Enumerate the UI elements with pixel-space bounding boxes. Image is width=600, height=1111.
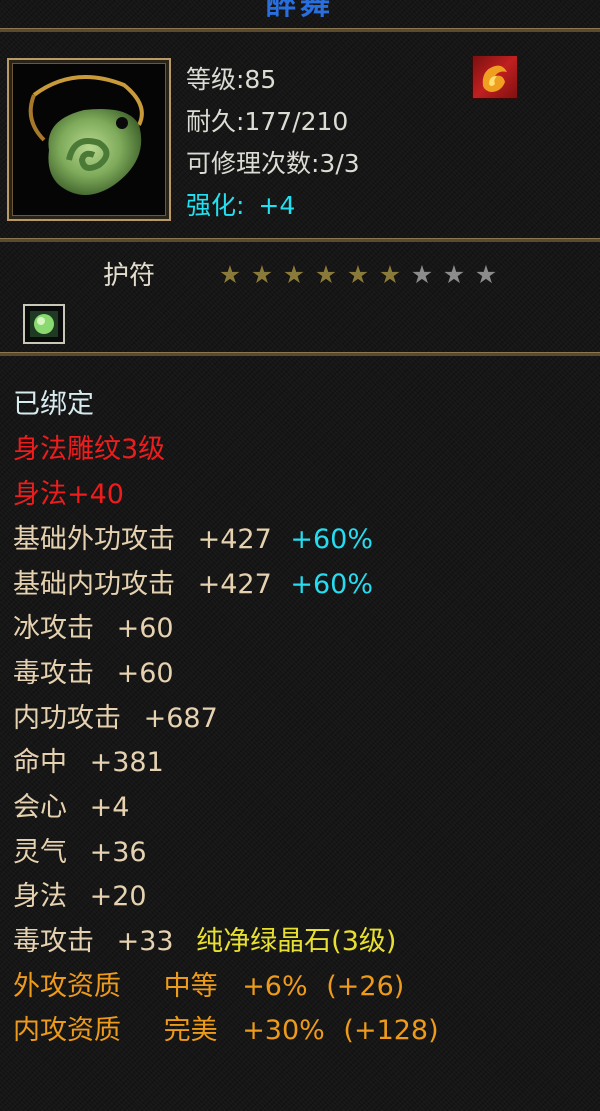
enhance-value: +4: [258, 191, 296, 220]
agility-value: +20: [89, 881, 147, 912]
fire-emblem-icon: [472, 55, 518, 99]
ext-quality-percent: +6%: [242, 971, 308, 1002]
ext-attack-row: 基础外功攻击 +427 +60%: [13, 524, 373, 556]
accuracy-row: 命中 +381: [13, 747, 164, 779]
gem-slot[interactable]: [23, 304, 65, 344]
ext-quality-row: 外攻资质 中等 +6% (+26): [13, 971, 404, 1003]
item-type: 护符: [103, 261, 156, 291]
gem-bonus-label: 毒攻击: [13, 926, 94, 957]
spirit-value: +36: [89, 837, 147, 868]
ext-quality-grade: 中等: [163, 971, 218, 1002]
poison-attack-label: 毒攻击: [13, 658, 94, 689]
star-filled-icon: ★: [218, 260, 242, 289]
star-filled-icon: ★: [378, 260, 402, 289]
ext-attack-value: +427: [197, 524, 272, 555]
ext-quality-label: 外攻资质: [13, 971, 121, 1002]
bound-status: 已绑定: [13, 389, 94, 420]
gem-bonus-value: +33: [116, 926, 174, 957]
int-attack-value: +427: [197, 569, 272, 600]
star-empty-icon: ★: [442, 260, 466, 289]
int-quality-percent: +30%: [242, 1015, 325, 1046]
agility-label: 身法: [13, 881, 67, 912]
critical-value: +4: [89, 792, 130, 823]
ext-attack-label: 基础外功攻击: [13, 524, 175, 555]
ext-attack-percent: +60%: [290, 524, 373, 555]
durability-text: 耐久:177/210: [186, 107, 349, 136]
enhance-label: 强化:: [186, 191, 245, 220]
spirit-row: 灵气 +36: [13, 837, 147, 869]
int-quality-row: 内攻资质 完美 +30% (+128): [13, 1015, 439, 1047]
spirit-label: 灵气: [13, 837, 67, 868]
item-icon-frame[interactable]: [7, 58, 171, 221]
inner-attack-label: 内功攻击: [13, 703, 121, 734]
inner-attack-value: +687: [143, 703, 218, 734]
int-attack-row: 基础内功攻击 +427 +60%: [13, 569, 373, 601]
divider-stats: [0, 352, 600, 356]
jade-pendant-icon: [28, 75, 144, 195]
int-quality-grade: 完美: [163, 1015, 218, 1046]
agility-row: 身法 +20: [13, 881, 147, 913]
star-empty-icon: ★: [474, 260, 498, 289]
star-filled-icon: ★: [346, 260, 370, 289]
star-filled-icon: ★: [282, 260, 306, 289]
ice-attack-value: +60: [116, 613, 174, 644]
repair-count-text: 可修理次数:3/3: [186, 149, 360, 178]
int-quality-bonus: (+128): [343, 1015, 439, 1046]
int-attack-percent: +60%: [290, 569, 373, 600]
star-rating: ★ ★ ★ ★ ★ ★ ★ ★ ★: [215, 262, 501, 287]
gem-bonus-row: 毒攻击 +33 纯净绿晶石(3级): [13, 926, 396, 958]
inner-attack-row: 内功攻击 +687: [13, 703, 218, 735]
engrave-title: 身法雕纹3级: [13, 434, 166, 465]
green-gem-icon: [30, 311, 58, 337]
level-text: 等级:85: [186, 65, 277, 94]
critical-row: 会心 +4: [13, 792, 129, 824]
poison-attack-row: 毒攻击 +60: [13, 658, 174, 690]
star-filled-icon: ★: [250, 260, 274, 289]
ext-quality-bonus: (+26): [326, 971, 405, 1002]
divider-top: [0, 28, 600, 32]
ice-attack-label: 冰攻击: [13, 613, 94, 644]
star-filled-icon: ★: [314, 260, 338, 289]
item-name: 醉舞: [266, 0, 334, 22]
int-attack-label: 基础内功攻击: [13, 569, 175, 600]
critical-label: 会心: [13, 792, 67, 823]
star-empty-icon: ★: [410, 260, 434, 289]
enhance-row: 强化: +4: [186, 186, 295, 222]
poison-attack-value: +60: [116, 658, 174, 689]
int-quality-label: 内攻资质: [13, 1015, 121, 1046]
accuracy-label: 命中: [13, 747, 67, 778]
ice-attack-row: 冰攻击 +60: [13, 613, 174, 645]
accuracy-value: +381: [89, 747, 164, 778]
engrave-bonus: 身法+40: [13, 479, 124, 510]
divider-header: [0, 238, 600, 242]
gem-name: 纯净绿晶石(3级): [196, 926, 397, 957]
